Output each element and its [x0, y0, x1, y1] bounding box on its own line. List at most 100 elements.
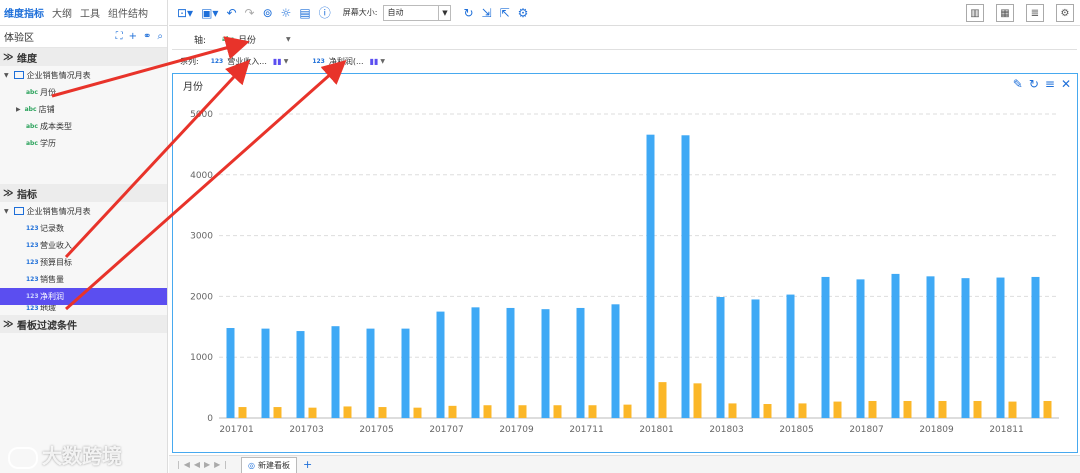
bar-net-profit [413, 407, 422, 418]
x-tick-label: 201811 [989, 425, 1023, 435]
series-chip-net-profit[interactable]: 123 净利润(... ▮▮ ▼ [312, 56, 385, 67]
x-tick-label: 201711 [569, 425, 603, 435]
tab-tools[interactable]: 工具 [80, 5, 100, 20]
style-icon[interactable]: ≣ [1026, 4, 1044, 22]
bar-chart-icon[interactable]: ▮▮ [370, 57, 379, 66]
y-tick-label: 0 [207, 414, 213, 424]
measure-item-region[interactable]: 123 地域 [0, 305, 167, 311]
bulb-icon[interactable]: ☼ [281, 6, 292, 20]
collapse-icon: ≫ [3, 187, 17, 199]
bar-net-profit [308, 407, 317, 418]
bar-revenue [681, 135, 690, 418]
bar-net-profit [728, 403, 737, 418]
bar-revenue [786, 294, 795, 418]
watermark: 大数跨境 [8, 440, 122, 469]
series-bar: 系列: 123 营业收入... ▮▮ ▼ 123 净利润(... ▮▮ ▼ [172, 52, 1077, 70]
bar-chart: 0 1000 2000 3000 4000 5000 201701 201703 201705 2… [190, 110, 1059, 435]
preview-icon[interactable]: ⊚ [263, 6, 273, 20]
doc-icon[interactable]: ▤ [299, 6, 310, 20]
bar-revenue [961, 278, 970, 418]
filter-section-header[interactable]: ≫ 看板过滤条件 [0, 315, 167, 333]
dimension-item-store[interactable]: ▶ abc 店铺 [0, 101, 167, 118]
collapse-icon: ≫ [3, 51, 17, 63]
measure-table-node[interactable]: ▼ 企业销售情况月表 [0, 202, 167, 220]
sheet-nav-icon[interactable]: |◀◀▶▶| [177, 460, 231, 469]
x-tick-label: 201709 [499, 425, 534, 435]
x-tick-label: 201803 [709, 425, 743, 435]
gear-icon[interactable]: ⚙ [1056, 4, 1074, 22]
bar-net-profit [238, 407, 247, 418]
bar-revenue [471, 307, 480, 418]
settings-doc-icon[interactable]: ⚙ [518, 6, 529, 20]
dimension-item-education[interactable]: abc 学历 [0, 135, 167, 152]
bar-net-profit [658, 382, 667, 418]
save-icon[interactable]: ▣▾ [201, 6, 218, 20]
info-icon[interactable]: ⓘ [319, 4, 331, 21]
screen-size-select[interactable]: 自动 ▼ [383, 4, 452, 21]
x-tick-label: 201809 [919, 425, 954, 435]
redo-icon[interactable]: ↷ [245, 6, 255, 20]
measure-item-sales-volume[interactable]: 123 销售量 [0, 271, 167, 288]
measure-item-net-profit[interactable]: 123 净利润 [0, 288, 167, 305]
bar-revenue [296, 331, 305, 418]
x-tick-label: 201807 [849, 425, 883, 435]
add-icon[interactable]: + [129, 31, 137, 42]
dimension-section-header[interactable]: ≫ 维度 [0, 48, 167, 66]
measure-item-record-count[interactable]: 123 记录数 [0, 220, 167, 237]
bar-revenue [401, 328, 410, 418]
sheet-tab[interactable]: ◎ 新建看板 [241, 456, 297, 473]
add-sheet-icon[interactable]: + [303, 458, 312, 471]
tab-component-structure[interactable]: 组件结构 [108, 5, 148, 20]
bar-revenue [891, 273, 900, 418]
bar-net-profit [1043, 400, 1052, 418]
dimension-item-month[interactable]: abc 月份 [0, 84, 167, 101]
folder-icon[interactable]: ⛶ [116, 31, 123, 42]
chart-type-icon[interactable]: ▥ [966, 4, 984, 22]
measure-item-revenue[interactable]: 123 营业收入 [0, 237, 167, 254]
tab-dimension-measure[interactable]: 维度指标 [4, 5, 44, 20]
x-tick-label: 201703 [289, 425, 323, 435]
measure-section-header[interactable]: ≫ 指标 [0, 184, 167, 202]
table-icon [13, 71, 24, 79]
bar-revenue [436, 311, 445, 418]
undo-icon[interactable]: ↶ [226, 6, 236, 20]
bar-revenue [506, 307, 515, 418]
bar-net-profit [448, 405, 457, 418]
bar-chart-icon[interactable]: ▮▮ [273, 57, 282, 66]
bar-revenue [821, 276, 830, 418]
tab-outline[interactable]: 大纲 [52, 5, 72, 20]
dimension-item-cost-type[interactable]: abc 成本类型 [0, 118, 167, 135]
bar-revenue [856, 279, 865, 418]
dimension-table-node[interactable]: ▼ 企业销售情况月表 [0, 66, 167, 84]
chevron-down-icon: ▼ [380, 57, 386, 65]
bar-net-profit [553, 405, 562, 418]
bar-revenue [611, 304, 620, 418]
y-tick-label: 1000 [190, 353, 213, 363]
refresh-icon[interactable]: ↻ [463, 6, 473, 20]
bar-revenue [331, 326, 340, 418]
series-chip-revenue[interactable]: 123 营业收入... ▮▮ ▼ [211, 56, 289, 67]
y-tick-label: 5000 [190, 110, 213, 120]
axis-bar: 轴: abc 月份 ▼ [172, 30, 1077, 50]
bar-net-profit [763, 404, 772, 418]
chart-panel[interactable]: 月份 ✎ ↻ ≡ ✕ 0 1000 2000 3000 4000 5000 201701 20… [172, 73, 1078, 453]
export-icon[interactable]: ⇲ [482, 6, 492, 20]
import-icon[interactable]: ⇱ [500, 6, 510, 20]
bar-net-profit [973, 400, 982, 418]
link-icon[interactable]: ⚭ [143, 31, 151, 42]
board-icon: ◎ [248, 460, 255, 470]
bar-revenue [926, 276, 935, 418]
search-icon[interactable]: ⌕ [157, 31, 163, 42]
y-tick-label: 3000 [190, 232, 213, 242]
measure-item-budget[interactable]: 123 预算目标 [0, 254, 167, 271]
x-tick-label: 201701 [219, 425, 253, 435]
grid-layout-icon[interactable]: ▦ [996, 4, 1014, 22]
new-component-icon[interactable]: ⊡▾ [177, 6, 193, 20]
series-label: 系列: [180, 56, 199, 66]
bar-net-profit [273, 407, 282, 418]
caret-down-icon: ▼ [4, 71, 9, 79]
axis-field-chip[interactable]: abc 月份 ▼ [222, 33, 291, 46]
y-tick-label: 2000 [190, 292, 213, 302]
bar-revenue [646, 134, 655, 418]
dimension-type-icon: abc [222, 36, 234, 43]
